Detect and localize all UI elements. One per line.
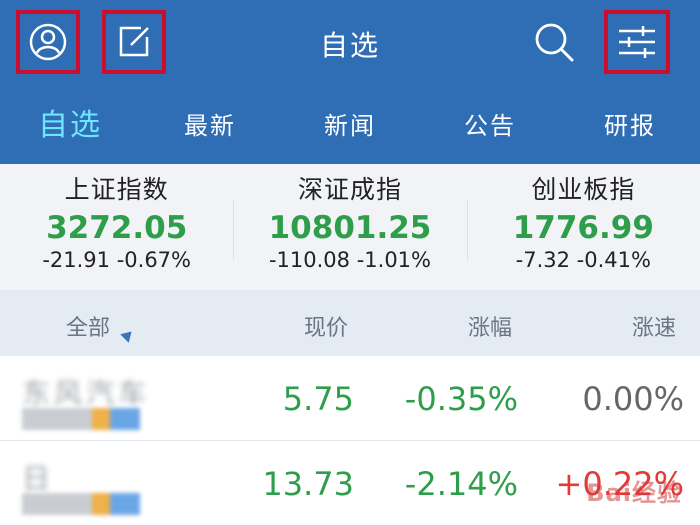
column-all[interactable]: 全部 — [66, 310, 110, 342]
column-change-pct[interactable]: 涨幅 — [468, 310, 512, 342]
index-change: -7.32 -0.41% — [515, 248, 651, 272]
tab-latest[interactable]: 最新 — [140, 88, 280, 164]
settings-sliders-icon — [619, 26, 655, 58]
index-value: 1776.99 — [512, 210, 654, 246]
index-name: 创业板指 — [531, 175, 636, 204]
settings-button[interactable] — [604, 10, 670, 74]
index-name: 深证成指 — [297, 175, 402, 204]
tab-watchlist[interactable]: 自选 — [0, 88, 140, 164]
index-card-shenzhen[interactable]: 深证成指 10801.25 -110.08 -1.01% — [233, 164, 466, 290]
page-title: 自选 — [319, 29, 380, 62]
tab-news[interactable]: 新闻 — [280, 88, 420, 164]
stock-code — [22, 408, 142, 430]
column-price[interactable]: 现价 — [304, 310, 348, 342]
index-value: 10801.25 — [268, 210, 432, 246]
stock-name: 日 — [22, 462, 55, 495]
index-card-chinext[interactable]: 创业板指 1776.99 -7.32 -0.41% — [466, 164, 700, 290]
column-speed[interactable]: 涨速 — [632, 310, 676, 342]
index-card-shanghai[interactable]: 上证指数 3272.05 -21.91 -0.67% — [0, 164, 233, 290]
search-button[interactable] — [522, 10, 586, 74]
top-bar: 自选 — [0, 0, 700, 88]
watermark: Bai经验 — [586, 479, 682, 507]
stock-change-pct: -2.14% — [404, 465, 518, 503]
search-icon — [535, 23, 574, 62]
index-value: 3272.05 — [46, 210, 188, 246]
stock-code — [22, 493, 142, 515]
tab-research[interactable]: 研报 — [560, 88, 700, 164]
tab-bar: 自选 最新 新闻 公告 研报 — [0, 88, 700, 164]
stock-speed: 0.00% — [582, 380, 684, 418]
column-header: 全部 现价 涨幅 涨速 — [0, 290, 700, 356]
index-change: -21.91 -0.67% — [42, 248, 191, 272]
index-panel: 上证指数 3272.05 -21.91 -0.67% 深证成指 10801.25… — [0, 164, 700, 290]
stock-price: 5.75 — [282, 380, 354, 418]
stock-name: 东风汽车 — [22, 377, 151, 410]
index-name: 上证指数 — [64, 175, 169, 204]
table-row[interactable]: 东风汽车 5.75 -0.35% 0.00% — [0, 356, 700, 440]
index-change: -110.08 -1.01% — [268, 248, 431, 272]
stock-price: 13.73 — [262, 465, 354, 503]
stock-change-pct: -0.35% — [404, 380, 518, 418]
tab-announcements[interactable]: 公告 — [420, 88, 560, 164]
